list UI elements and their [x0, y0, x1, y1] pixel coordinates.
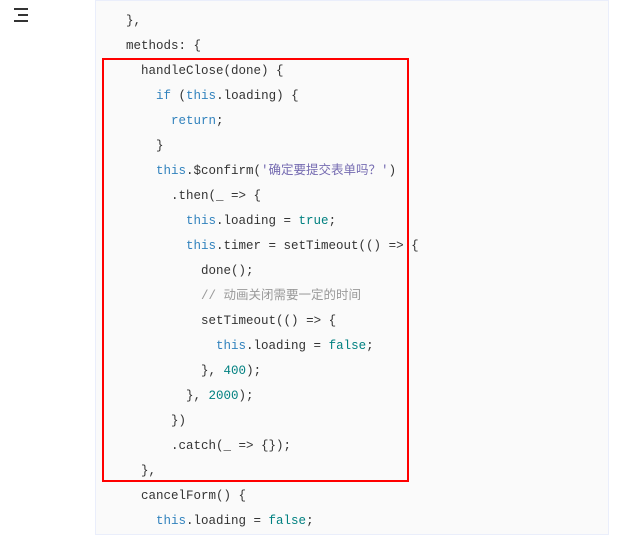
menu-icon: [14, 8, 30, 22]
menu-toggle-button[interactable]: [14, 8, 30, 25]
code-content: }, methods: { handleClose(done) { if (th…: [96, 9, 608, 534]
code-example-block: }, methods: { handleClose(done) { if (th…: [95, 0, 609, 535]
